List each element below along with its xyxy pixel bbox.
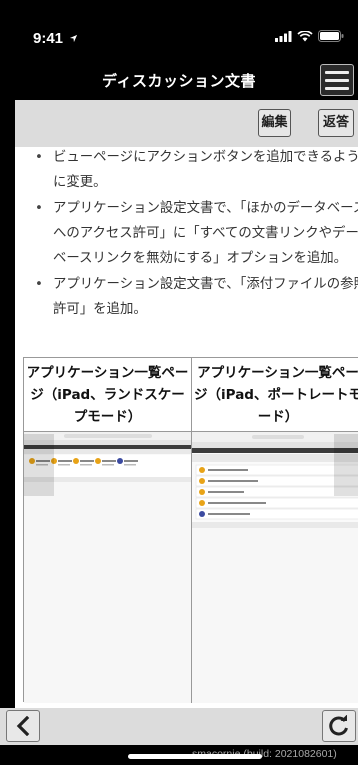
reload-button[interactable] [322, 710, 356, 742]
table-header-landscape: アプリケーション一覧ページ（iPad、ランドスケープモード） [24, 358, 192, 432]
edit-button[interactable]: 編集 [258, 109, 291, 137]
table-header-portrait: アプリケーション一覧ページ（iPad、ポートレートモード） [192, 358, 358, 432]
reload-icon [329, 715, 348, 736]
list-item: ビューページにアクションボタンを追加できるように変更。 [33, 145, 358, 195]
document-content: 編集 返答 ビューページにアクションボタンを追加できるように変更。 アプリケーシ… [15, 100, 358, 708]
change-list: ビューページにアクションボタンを追加できるように変更。 アプリケーション設定文書… [33, 145, 358, 323]
list-item: アプリケーション設定文書で、「ほかのデータベースへのアクセス許可」に「すべての文… [33, 196, 358, 271]
cellular-signal-icon [275, 30, 292, 42]
menu-button[interactable] [320, 64, 354, 96]
status-icons [275, 30, 344, 42]
status-bar: 9:41 [0, 0, 358, 60]
bottom-toolbar [0, 708, 358, 745]
wifi-icon [297, 30, 313, 41]
status-time-text: 9:41 [33, 30, 64, 47]
status-time: 9:41 [33, 30, 78, 47]
chevron-left-icon [16, 716, 30, 736]
hamburger-icon [325, 70, 349, 74]
footer: smacornie (build: 2021082601) [0, 745, 358, 765]
page-title: ディスカッション文書 [102, 72, 256, 90]
reply-button[interactable]: 返答 [318, 109, 354, 137]
next-image-shade [334, 434, 358, 496]
list-item: アプリケーション設定文書で、「添付ファイルの参照許可」を追加。 [33, 272, 358, 322]
previous-image-shade [24, 434, 54, 496]
back-button[interactable] [6, 710, 40, 742]
action-bar: 編集 返答 [15, 100, 358, 147]
home-indicator[interactable] [128, 754, 262, 759]
battery-icon [318, 30, 344, 42]
screenshot-table: アプリケーション一覧ページ（iPad、ランドスケープモード） アプリケーション一… [23, 357, 358, 703]
navigation-bar: ディスカッション文書 [0, 60, 358, 100]
landscape-screenshot[interactable] [24, 432, 192, 703]
location-arrow-icon [70, 34, 78, 43]
portrait-screenshot[interactable] [192, 432, 358, 703]
